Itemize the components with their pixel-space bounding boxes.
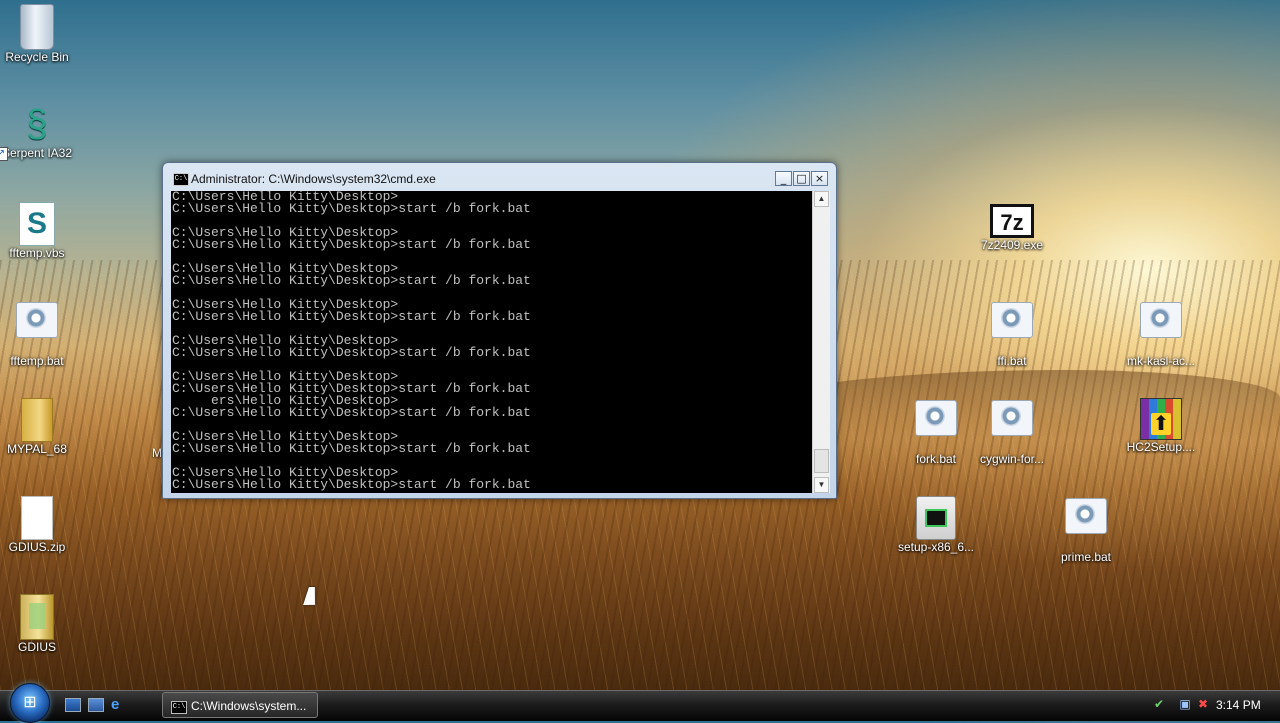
desktop-icon-recycle-bin[interactable]: Recycle Bin (0, 2, 79, 64)
blank-file-icon (21, 496, 53, 540)
vertical-scrollbar[interactable]: ▲ ▼ (812, 191, 830, 493)
console-line: C:\Users\Hello Kitty\Desktop>start /b fo… (172, 441, 531, 456)
desktop-icon-prime-bat[interactable]: prime.bat (1044, 492, 1128, 564)
console-line: C:\Users\Hello Kitty\Desktop>start /b fo… (172, 345, 531, 360)
cmd-app-icon: C:\ (171, 701, 187, 714)
desktop-icon-cygwin-for[interactable]: cygwin-for... (970, 394, 1054, 466)
desktop-icon-label: Serpent IA32 (1, 146, 73, 160)
desktop-icon-fftemp-vbs[interactable]: S fftemp.vbs (0, 198, 79, 260)
scroll-up-arrow-icon[interactable]: ▲ (814, 191, 829, 207)
recycle-bin-icon (20, 4, 54, 50)
desktop-icon-mk-kasl[interactable]: mk-kasl-ac... (1119, 296, 1203, 368)
maximize-button[interactable]: □ (793, 171, 810, 186)
batch-file-icon (991, 400, 1033, 436)
desktop-icon-label: GDIUS (17, 640, 56, 654)
desktop-icon-label: cygwin-for... (979, 452, 1045, 466)
minimize-button[interactable]: _ (775, 171, 792, 186)
winrar-installer-icon (1140, 398, 1182, 440)
cmd-app-icon[interactable]: C:\ (173, 173, 189, 186)
cygwin-setup-icon (916, 496, 956, 540)
taskbar-button-cmd[interactable]: C:\ C:\Windows\system... (162, 692, 318, 718)
cmd-titlebar[interactable]: C:\ Administrator: C:\Windows\system32\c… (163, 163, 836, 191)
show-desktop-icon[interactable] (65, 698, 81, 712)
desktop-icon-label: Recycle Bin (5, 50, 69, 64)
cmd-body[interactable]: C:\Users\Hello Kitty\Desktop> C:\Users\He… (171, 191, 830, 493)
desktop-icon-label: GDIUS.zip (8, 540, 66, 554)
desktop-icon-label: fftemp.vbs (9, 246, 65, 260)
vbscript-file-icon: S (19, 202, 55, 246)
folder-icon (20, 594, 54, 640)
cmd-window[interactable]: C:\ Administrator: C:\Windows\system32\c… (162, 162, 837, 499)
start-button[interactable]: ⊞ (10, 683, 50, 723)
windows-logo-icon: ⊞ (23, 694, 37, 711)
mouse-pointer-icon (303, 587, 321, 605)
desktop-icon-label: fftemp.bat (10, 354, 64, 368)
switch-windows-icon[interactable] (88, 698, 104, 712)
desktop-icon-label: HC2Setup.... (1126, 440, 1196, 454)
network-icon[interactable]: ▣ (1178, 697, 1192, 711)
console-line: C:\Users\Hello Kitty\Desktop>start /b fo… (172, 201, 531, 216)
desktop-icon-label: 7z2409.exe (980, 238, 1044, 252)
shortcut-arrow-icon: ↗ (0, 147, 8, 161)
desktop-icon-gdius[interactable]: GDIUS (0, 590, 79, 654)
batch-file-icon (915, 400, 957, 436)
desktop-icon-fftemp-bat[interactable]: fftemp.bat (0, 296, 79, 368)
desktop-icon-fork-bat[interactable]: fork.bat (894, 394, 978, 466)
console-output[interactable]: C:\Users\Hello Kitty\Desktop> C:\Users\He… (171, 191, 813, 493)
batch-file-icon (1140, 302, 1182, 338)
partial-desktop-label: M (152, 446, 162, 460)
7zip-icon: 7z (990, 204, 1034, 238)
folder-icon (21, 398, 53, 442)
cmd-window-title: Administrator: C:\Windows\system32\cmd.e… (191, 172, 436, 186)
scroll-thumb[interactable] (814, 449, 829, 473)
scroll-down-arrow-icon[interactable]: ▼ (814, 477, 829, 493)
system-clock[interactable]: 3:14 PM (1216, 698, 1261, 712)
batch-file-icon (16, 302, 58, 338)
internet-explorer-icon[interactable]: e (111, 697, 127, 712)
desktop-icon-label: prime.bat (1060, 550, 1112, 564)
taskbar-button-label: C:\Windows\system... (191, 699, 307, 713)
safely-remove-hardware-icon[interactable]: ✔ (1152, 697, 1166, 711)
console-line: C:\Users\Hello Kitty\Desktop>start /b fo… (172, 237, 531, 252)
desktop-icon-setup-x86[interactable]: setup-x86_6... (894, 492, 978, 554)
serpent-dragon-icon: § ↗ (0, 102, 57, 161)
console-line: C:\Users\Hello Kitty\Desktop>start /b fo… (172, 273, 531, 288)
desktop-icon-7zip[interactable]: 7z 7z2409.exe (970, 198, 1054, 252)
volume-muted-icon[interactable]: ✖ (1196, 697, 1210, 711)
desktop-icon-label: mk-kasl-ac... (1126, 354, 1195, 368)
desktop-icon-mypal[interactable]: MYPAL_68 (0, 394, 79, 456)
desktop-icon-gdius-zip[interactable]: GDIUS.zip (0, 492, 79, 554)
batch-file-icon (991, 302, 1033, 338)
desktop-icon-label: MYPAL_68 (7, 442, 67, 456)
console-line: C:\Users\Hello Kitty\Desktop>start /b fo… (172, 405, 531, 420)
desktop-icon-hc2setup[interactable]: HC2Setup.... (1119, 394, 1203, 454)
desktop-icon-label: ffi.bat (997, 354, 1027, 368)
desktop-icon-ffi-bat[interactable]: ffi.bat (970, 296, 1054, 368)
desktop-icon-label: setup-x86_6... (897, 540, 975, 554)
batch-file-icon (1065, 498, 1107, 534)
close-button[interactable]: × (811, 171, 828, 186)
desktop-icon-serpent[interactable]: § ↗ Serpent IA32 (0, 100, 79, 161)
console-line: C:\Users\Hello Kitty\Desktop>start /b fo… (172, 309, 531, 324)
console-line: C:\Users\Hello Kitty\Desktop>start /b fo… (172, 477, 531, 492)
desktop-icon-label: fork.bat (915, 452, 957, 466)
